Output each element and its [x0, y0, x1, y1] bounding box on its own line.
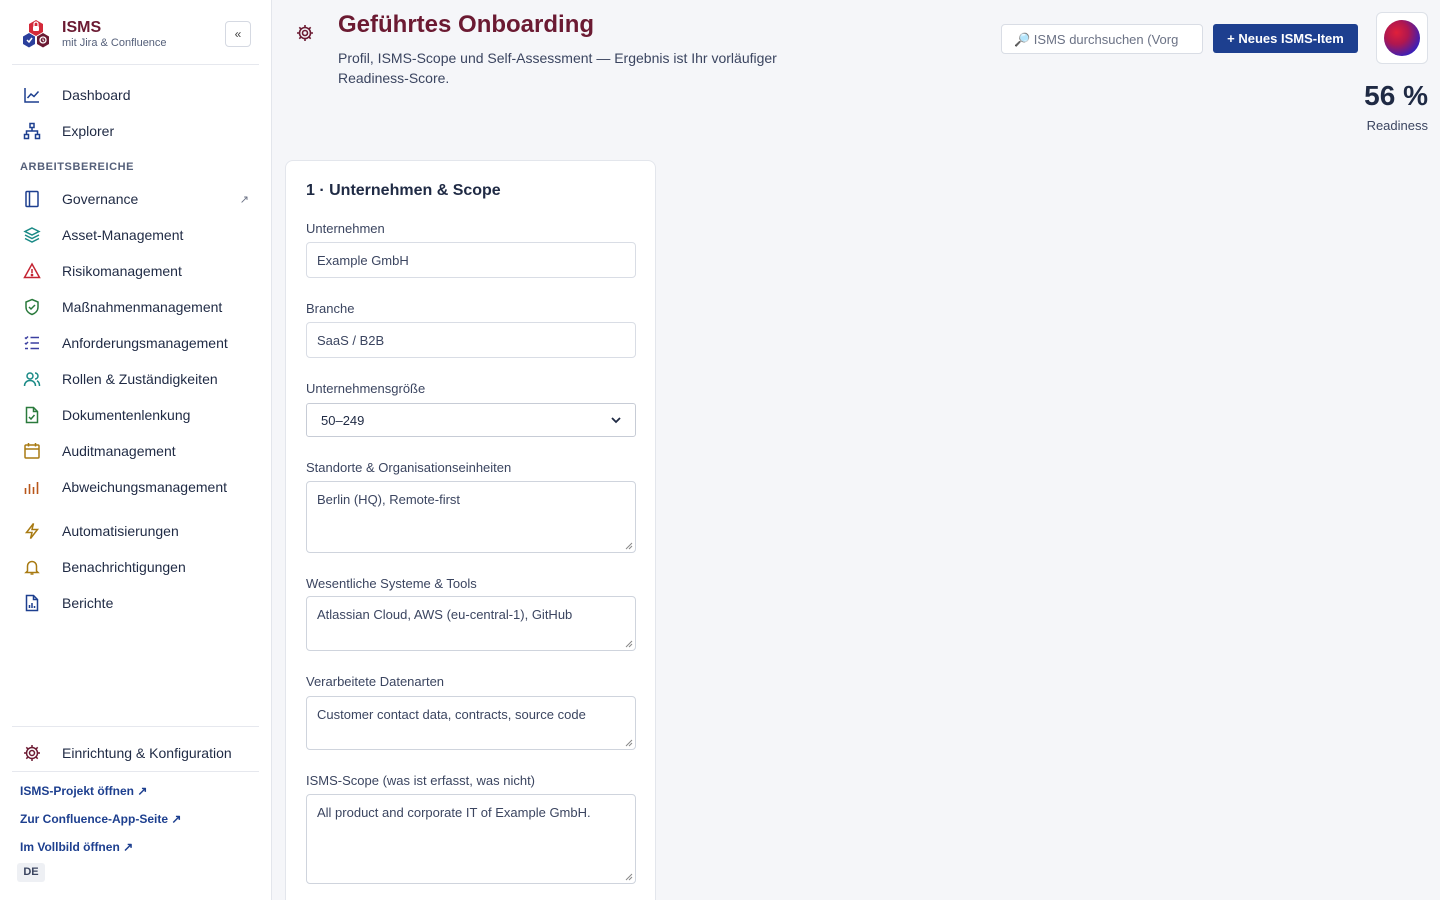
scope-value: All product and corporate IT of Example …: [317, 805, 591, 820]
sidebar-item-roles[interactable]: Rollen & Zuständigkeiten: [12, 363, 259, 395]
section-label-workspaces: ARBEITSBEREICHE: [20, 161, 135, 173]
sidebar-item-label: Anforderungsmanagement: [62, 335, 228, 351]
data-types-textarea[interactable]: Customer contact data, contracts, source…: [306, 696, 636, 750]
sidebar-item-label: Dokumentenlenkung: [62, 407, 191, 423]
brand-header: ISMS mit Jira & Confluence «: [12, 12, 259, 65]
brand-subtitle: mit Jira & Confluence: [62, 37, 167, 49]
sidebar-item-dashboard[interactable]: Dashboard: [12, 79, 259, 111]
industry-label: Branche: [306, 301, 355, 316]
sidebar-item-label: Abweichungsmanagement: [62, 479, 227, 495]
locations-value: Berlin (HQ), Remote-first: [317, 492, 461, 507]
company-input[interactable]: Example GmbH: [306, 242, 636, 278]
data-types-value: Customer contact data, contracts, source…: [317, 707, 586, 722]
isms-logo-icon: [23, 20, 49, 48]
book-icon: [22, 189, 42, 209]
sidebar-item-explorer[interactable]: Explorer: [12, 115, 259, 147]
users-icon: [22, 369, 42, 389]
new-isms-item-button[interactable]: + Neues ISMS-Item: [1213, 24, 1358, 53]
readiness-score: 56 %: [1364, 80, 1428, 111]
sidebar-item-measures-management[interactable]: Maßnahmenmanagement: [12, 291, 259, 323]
sidebar-item-asset-management[interactable]: Asset-Management: [12, 219, 259, 251]
external-link-icon: ↗: [239, 193, 249, 206]
company-size-value: 50–249: [321, 412, 365, 428]
sidebar-item-governance[interactable]: Governance ↗: [12, 183, 259, 215]
gear-icon: [22, 743, 42, 763]
data-types-label: Verarbeitete Datenarten: [306, 674, 445, 689]
resize-grip-icon[interactable]: [625, 640, 633, 648]
sidebar-divider: [12, 771, 259, 772]
systems-label: Wesentliche Systeme & Tools: [306, 576, 477, 591]
page-subtitle: Profil, ISMS-Scope und Self-Assessment —…: [338, 50, 777, 86]
chevron-down-icon: [611, 416, 621, 423]
industry-input[interactable]: SaaS / B2B: [306, 322, 636, 358]
chart-line-icon: [22, 85, 42, 105]
readiness-label: Readiness: [1366, 118, 1428, 133]
sidebar: ISMS mit Jira & Confluence « Dashboard E…: [0, 0, 272, 900]
sidebar-item-requirements-management[interactable]: Anforderungsmanagement: [12, 327, 259, 359]
calendar-icon: [22, 441, 42, 461]
sidebar-item-label: Risikomanagement: [62, 263, 182, 279]
sidebar-item-label: Automatisierungen: [62, 523, 179, 539]
open-fullscreen-link[interactable]: Im Vollbild öffnen ↗: [20, 840, 133, 854]
layers-icon: [22, 225, 42, 245]
report-icon: [22, 593, 42, 613]
search-input[interactable]: [1001, 24, 1203, 54]
sidebar-item-deviation-management[interactable]: Abweichungsmanagement: [12, 471, 259, 503]
sidebar-item-settings[interactable]: Einrichtung & Konfiguration: [12, 737, 259, 769]
hierarchy-icon: [22, 121, 42, 141]
sidebar-item-label: Benachrichtigungen: [62, 559, 186, 575]
sidebar-divider: [12, 726, 259, 727]
systems-textarea[interactable]: Atlassian Cloud, AWS (eu-central-1), Git…: [306, 596, 636, 651]
sidebar-item-label: Rollen & Zuständigkeiten: [62, 371, 218, 387]
sidebar-item-reports[interactable]: Berichte: [12, 587, 259, 619]
collapse-sidebar-button[interactable]: «: [225, 21, 251, 47]
file-check-icon: [22, 405, 42, 425]
user-avatar-button[interactable]: [1376, 12, 1428, 64]
sidebar-item-document-control[interactable]: Dokumentenlenkung: [12, 399, 259, 431]
resize-grip-icon[interactable]: [625, 542, 633, 550]
sidebar-item-label: Governance: [62, 191, 139, 207]
locations-textarea[interactable]: Berlin (HQ), Remote-first: [306, 481, 636, 553]
bolt-icon: [22, 521, 42, 541]
sidebar-item-label: Berichte: [62, 595, 114, 611]
resize-grip-icon[interactable]: [625, 739, 633, 747]
avatar: [1384, 20, 1420, 56]
company-size-select[interactable]: 50–249: [306, 403, 636, 437]
confluence-app-page-link[interactable]: Zur Confluence-App-Seite ↗: [20, 812, 181, 826]
sidebar-item-automations[interactable]: Automatisierungen: [12, 515, 259, 547]
sidebar-item-label: Einrichtung & Konfiguration: [62, 745, 232, 761]
company-scope-card: 1 · Unternehmen & Scope Unternehmen Exam…: [285, 160, 656, 900]
sidebar-item-label: Explorer: [62, 123, 115, 139]
warning-icon: [22, 261, 42, 281]
brand-name: ISMS: [62, 19, 102, 36]
sidebar-item-risk-management[interactable]: Risikomanagement: [12, 255, 259, 287]
scope-textarea[interactable]: All product and corporate IT of Example …: [306, 794, 636, 884]
sidebar-item-label: Auditmanagement: [62, 443, 176, 459]
language-switch[interactable]: DE: [17, 863, 45, 882]
card-title: 1 · Unternehmen & Scope: [306, 182, 501, 199]
company-label: Unternehmen: [306, 221, 385, 236]
sidebar-item-audit-management[interactable]: Auditmanagement: [12, 435, 259, 467]
locations-label: Standorte & Organisationseinheiten: [306, 460, 512, 475]
shield-check-icon: [22, 297, 42, 317]
company-size-label: Unternehmensgröße: [306, 381, 426, 396]
bell-icon: [22, 557, 42, 577]
scope-label: ISMS-Scope (was ist erfasst, was nicht): [306, 773, 536, 788]
bar-chart-icon: [22, 477, 42, 497]
sidebar-item-notifications[interactable]: Benachrichtigungen: [12, 551, 259, 583]
checklist-icon: [22, 333, 42, 353]
open-isms-project-link[interactable]: ISMS-Projekt öffnen ↗: [20, 784, 147, 798]
sidebar-item-label: Dashboard: [62, 87, 131, 103]
resize-grip-icon[interactable]: [625, 873, 633, 881]
sidebar-item-label: Maßnahmenmanagement: [62, 299, 223, 315]
sidebar-item-label: Asset-Management: [62, 227, 184, 243]
gear-icon: [297, 25, 313, 41]
page-title: Geführtes Onboarding: [338, 11, 595, 38]
systems-value: Atlassian Cloud, AWS (eu-central-1), Git…: [317, 607, 573, 622]
